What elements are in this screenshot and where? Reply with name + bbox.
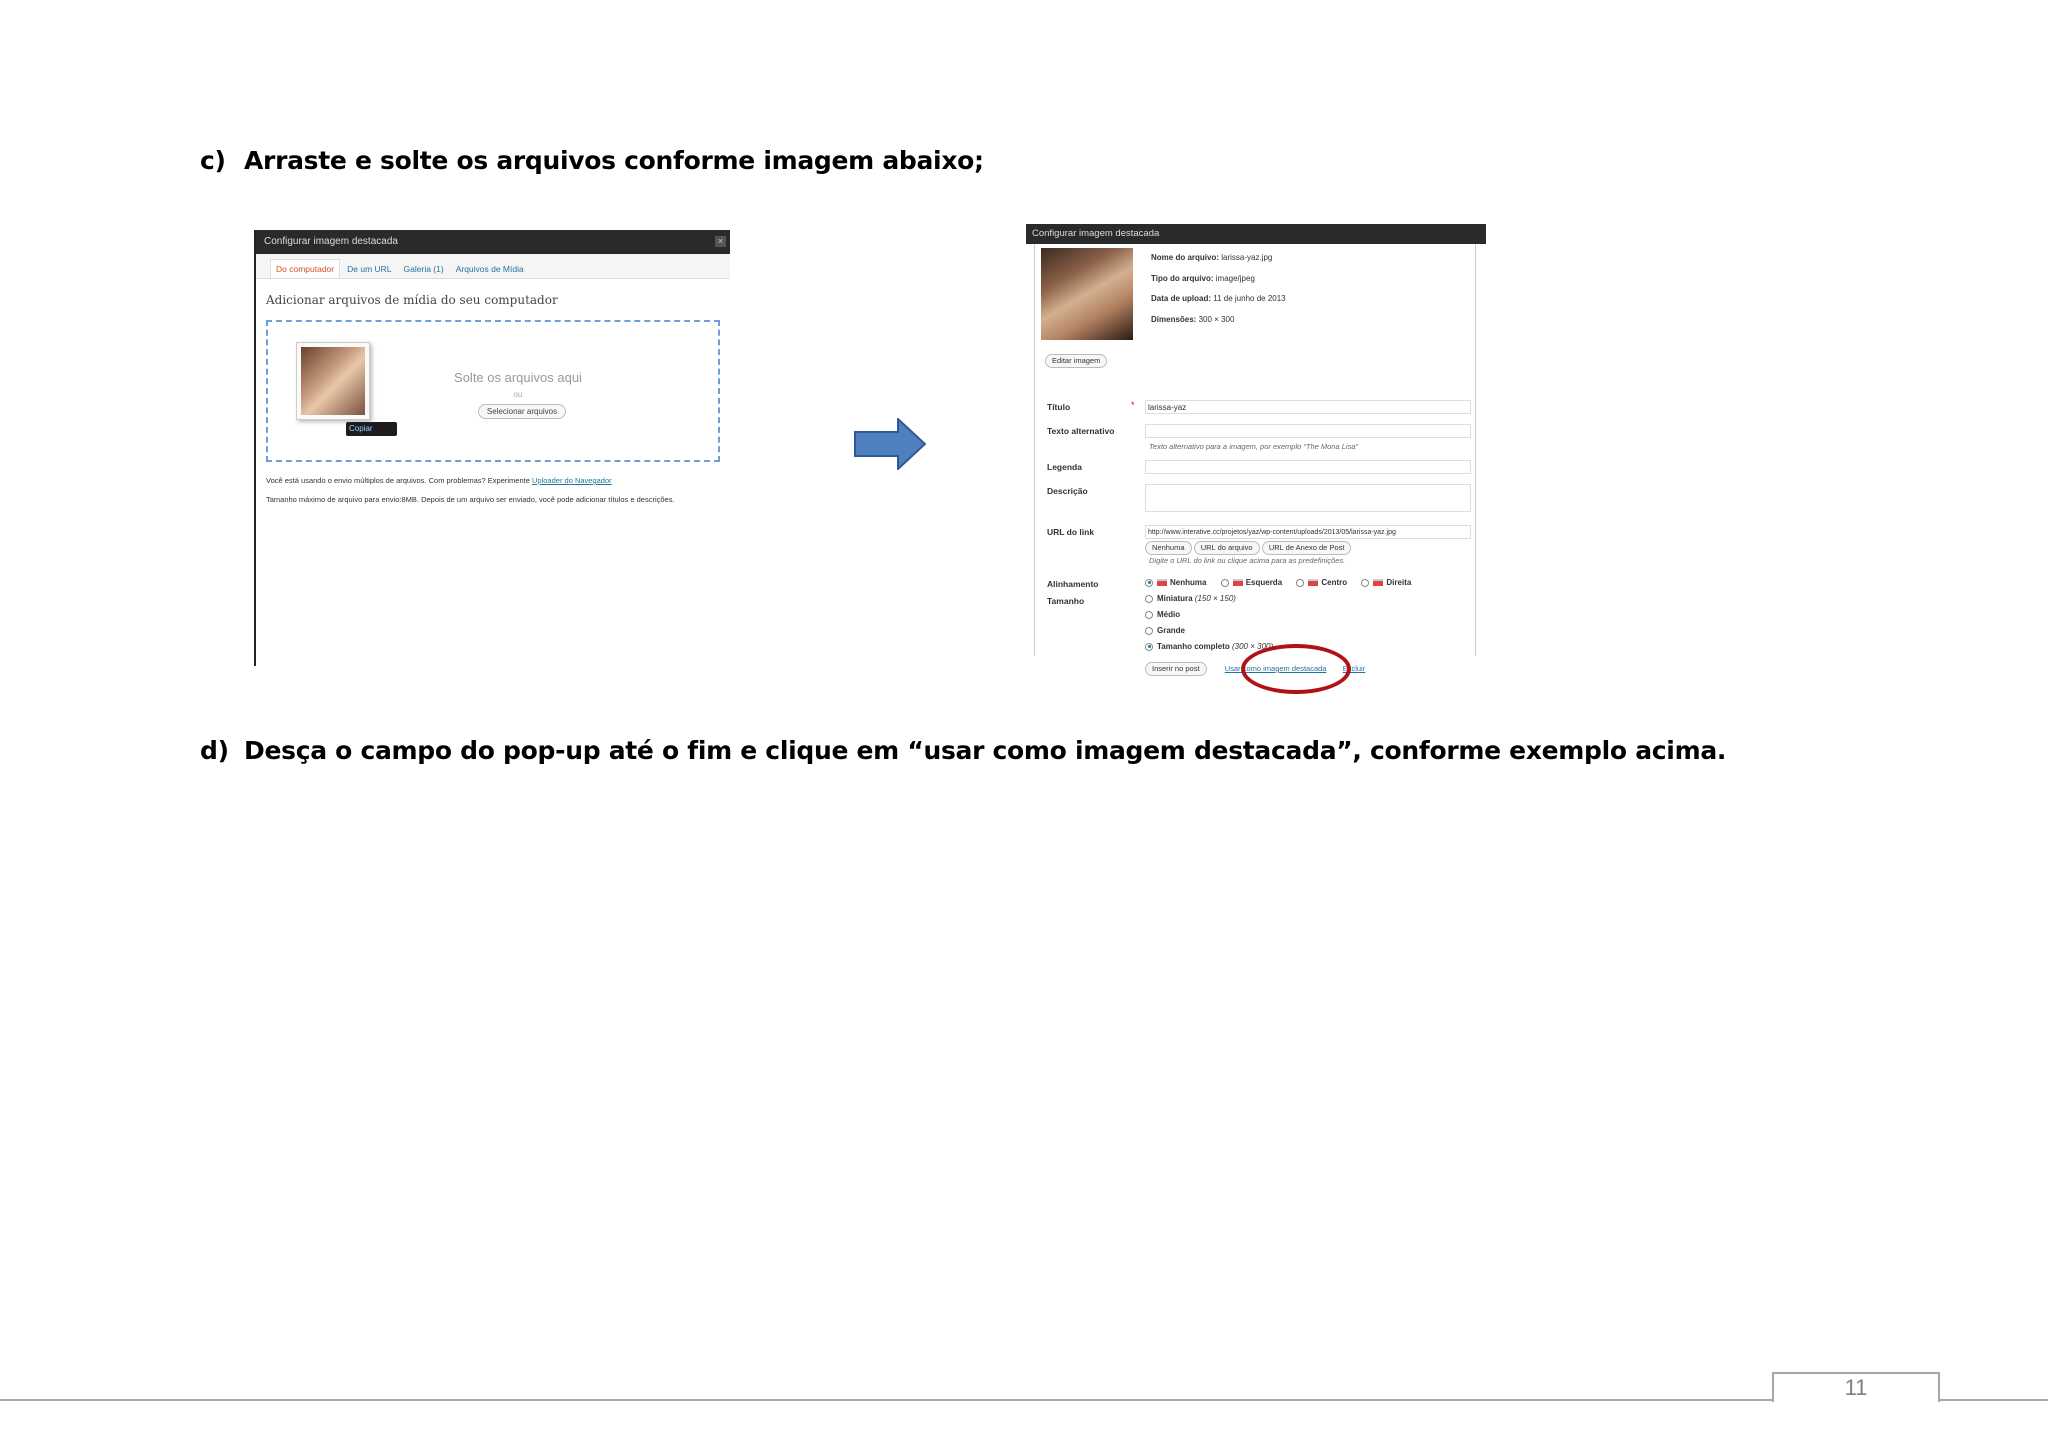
step-c-instruction: c) Arraste e solte os arquivos conforme i… xyxy=(200,146,984,175)
step-d-text: Desça o campo do pop-up até o fim e cliq… xyxy=(244,736,1727,765)
select-files-button[interactable]: Selecionar arquivos xyxy=(478,404,566,419)
size-medium-radio[interactable] xyxy=(1145,610,1153,619)
align-center-radio[interactable] xyxy=(1296,578,1305,587)
meta-filename: Nome do arquivo: larissa-yaz.jpg xyxy=(1151,253,1273,262)
drop-text: Solte os arquivos aqui xyxy=(454,370,582,385)
dialog-title: Configurar imagem destacada xyxy=(264,236,398,247)
dialog-title-bar: Configurar imagem destacada × xyxy=(256,230,730,254)
drop-zone[interactable]: Copiar Solte os arquivos aqui ou Selecio… xyxy=(266,320,720,462)
size-full-option[interactable]: Tamanho completo (300 × 300) xyxy=(1145,642,1273,651)
step-d-label: d) xyxy=(200,736,229,765)
insert-into-post-button[interactable]: Inserir no post xyxy=(1145,662,1207,676)
align-none-icon xyxy=(1157,579,1167,587)
url-attachment-button[interactable]: URL de Anexo de Post xyxy=(1261,541,1352,555)
description-label: Descrição xyxy=(1047,486,1088,496)
photo-image xyxy=(301,347,365,415)
alignment-options: Nenhuma Esquerda Centro Direita xyxy=(1145,578,1423,587)
settings-title-bar: Configurar imagem destacada xyxy=(1026,224,1486,244)
align-none-radio[interactable] xyxy=(1145,578,1153,587)
size-label: Tamanho xyxy=(1047,596,1085,606)
size-thumbnail-option[interactable]: Miniatura (150 × 150) xyxy=(1145,594,1236,603)
caption-label: Legenda xyxy=(1047,462,1082,472)
align-right-option[interactable]: Direita xyxy=(1361,578,1411,587)
align-left-icon xyxy=(1232,579,1243,587)
url-preset-buttons: Nenhuma URL do arquivo URL de Anexo de P… xyxy=(1145,541,1352,555)
dialog-tabs: Do computador De um URL Galeria (1) Arqu… xyxy=(256,254,730,279)
size-full-radio[interactable] xyxy=(1145,642,1153,651)
image-settings-screenshot: Configurar imagem destacada Nome do arqu… xyxy=(1026,224,1486,694)
settings-body: Nome do arquivo: larissa-yaz.jpg Tipo do… xyxy=(1034,244,1476,694)
meta-filetype: Tipo do arquivo: image/jpeg xyxy=(1151,273,1255,283)
required-mark: * xyxy=(1131,400,1135,410)
copy-badge-text: Copiar xyxy=(349,424,373,433)
align-left-option[interactable]: Esquerda xyxy=(1220,578,1282,587)
step-c-label: c) xyxy=(200,146,226,175)
meta-dimensions: Dimensões: 300 × 300 xyxy=(1151,314,1235,324)
align-center-icon xyxy=(1308,579,1319,587)
size-large-option[interactable]: Grande xyxy=(1145,626,1185,635)
settings-title: Configurar imagem destacada xyxy=(1032,228,1160,239)
link-url-input[interactable]: http://www.interative.cc/projetos/yaz/wp… xyxy=(1145,525,1471,539)
caption-input[interactable] xyxy=(1145,460,1471,474)
highlight-circle xyxy=(1241,644,1351,694)
or-text: ou xyxy=(513,390,523,399)
align-center-option[interactable]: Centro xyxy=(1296,578,1347,587)
title-label: Título xyxy=(1047,402,1071,412)
step-c-text: Arraste e solte os arquivos conforme ima… xyxy=(244,146,984,175)
url-none-button[interactable]: Nenhuma xyxy=(1145,541,1192,555)
tab-galeria[interactable]: Galeria (1) xyxy=(399,260,449,278)
size-medium-option[interactable]: Médio xyxy=(1145,610,1180,619)
page-number-tab: 11 xyxy=(1772,1372,1940,1402)
max-size-note: Tamanho máximo de arquivo para envio:8MB… xyxy=(266,495,675,504)
size-thumbnail-radio[interactable] xyxy=(1145,594,1153,603)
meta-upload-date: Data de upload: 11 de junho de 2013 xyxy=(1151,294,1286,303)
step-d-instruction: d) Desça o campo do pop-up até o fim e cl… xyxy=(200,736,1726,765)
multi-upload-note-text: Você está usando o envio múltiplos de ar… xyxy=(266,476,530,485)
right-arrow-icon xyxy=(854,418,926,470)
browser-uploader-link[interactable]: Uploader do Navegador xyxy=(532,476,612,485)
alignment-label: Alinhamento xyxy=(1047,579,1099,589)
tab-de-um-url[interactable]: De um URL xyxy=(342,260,396,278)
image-preview xyxy=(1041,248,1133,340)
tab-arquivos-de-midia[interactable]: Arquivos de Mídia xyxy=(451,260,529,278)
edit-image-button[interactable]: Editar imagem xyxy=(1045,354,1108,368)
align-right-radio[interactable] xyxy=(1361,578,1370,587)
upload-heading: Adicionar arquivos de mídia do seu compu… xyxy=(266,293,558,307)
size-large-radio[interactable] xyxy=(1145,626,1153,635)
footer-rule xyxy=(0,1399,2048,1401)
link-url-label: URL do link xyxy=(1047,527,1095,537)
upload-dialog-screenshot: Configurar imagem destacada × Do computa… xyxy=(254,230,730,666)
dragged-image-thumbnail[interactable] xyxy=(296,342,370,420)
url-file-button[interactable]: URL do arquivo xyxy=(1193,541,1260,555)
multi-upload-note: Você está usando o envio múltiplos de ar… xyxy=(266,476,612,485)
tab-do-computador[interactable]: Do computador xyxy=(270,259,341,278)
page-number: 11 xyxy=(1844,1375,1868,1400)
alt-text-input[interactable] xyxy=(1145,424,1471,438)
url-hint: Digite o URL do link ou clique acima par… xyxy=(1149,556,1346,565)
align-right-icon xyxy=(1373,579,1384,587)
title-input[interactable]: larissa-yaz xyxy=(1145,400,1471,414)
close-icon[interactable]: × xyxy=(715,236,726,247)
alt-text-hint: Texto alternativo para a imagem, por exe… xyxy=(1149,442,1358,451)
file-metadata: Nome do arquivo: larissa-yaz.jpg Tipo do… xyxy=(1151,248,1286,330)
align-left-radio[interactable] xyxy=(1220,578,1229,587)
align-none-option[interactable]: Nenhuma xyxy=(1145,578,1206,587)
copy-badge: Copiar xyxy=(346,422,397,436)
alt-text-label: Texto alternativo xyxy=(1047,426,1115,436)
description-textarea[interactable] xyxy=(1145,484,1471,512)
